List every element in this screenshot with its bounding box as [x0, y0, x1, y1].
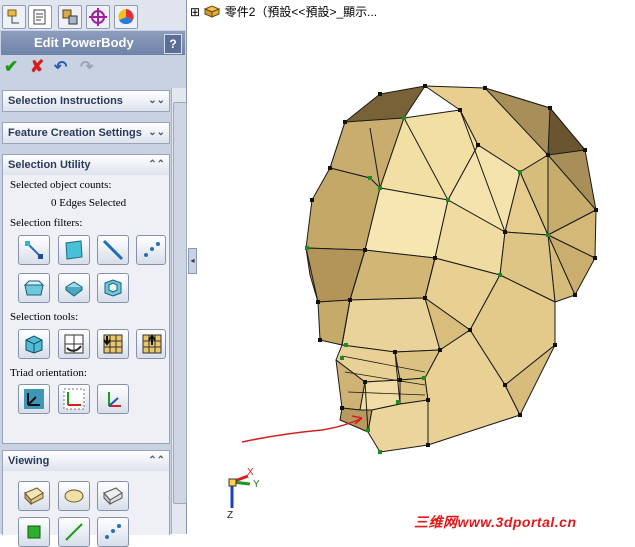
help-button[interactable]: ? — [164, 34, 182, 54]
group-title: Selection Utility — [8, 159, 91, 171]
invert-selection-icon — [64, 334, 84, 354]
grow-selection-button[interactable] — [97, 329, 129, 359]
configuration-icon — [62, 9, 78, 25]
box-shaded-icon — [24, 487, 44, 506]
selection-filters-label: Selection filters: — [10, 217, 83, 229]
triad-global-button[interactable] — [18, 384, 50, 414]
selected-counts-value: 0 Edges Selected — [51, 197, 127, 209]
undo-icon[interactable]: ↶ — [54, 57, 67, 77]
display-manager-tab[interactable] — [114, 5, 138, 29]
triad-local-icon — [63, 388, 85, 410]
view-option-button[interactable] — [97, 517, 129, 547]
triad-orientation-label: Triad orientation: — [10, 367, 87, 379]
grid-arrow-down-icon — [103, 334, 123, 354]
view-option-button[interactable] — [58, 517, 90, 547]
grid-arrow-up-icon — [142, 334, 162, 354]
closed-body-icon — [65, 281, 83, 297]
action-buttons-row: ✔ ✘ ↶ ↷ — [0, 56, 186, 80]
color-wheel-icon — [118, 9, 134, 25]
scrollbar-thumb[interactable] — [173, 102, 187, 504]
vertex-filter-icon — [25, 241, 43, 259]
triad-y-label: Y — [253, 479, 260, 490]
filter-edges-button[interactable] — [97, 235, 129, 265]
shell-icon — [104, 279, 122, 297]
group-title: Selection Instructions — [8, 95, 123, 107]
crosshair-icon — [89, 8, 107, 26]
chevron-up-icon[interactable]: ⌃⌃ — [148, 155, 165, 175]
points-icon — [105, 524, 121, 539]
invert-selection-button[interactable] — [58, 329, 90, 359]
viewing-group: Viewing ⌃⌃ — [2, 450, 170, 547]
select-all-button[interactable] — [18, 329, 50, 359]
group-title: Viewing — [8, 455, 50, 467]
filter-faces-button[interactable] — [58, 235, 90, 265]
triad-view-icon — [108, 392, 121, 407]
view-option-button[interactable] — [18, 517, 50, 547]
view-box-cage-button[interactable] — [18, 481, 50, 511]
triad-global-icon — [24, 389, 44, 409]
tree-expand-toggle[interactable]: ⊞ — [190, 5, 200, 19]
box-wire-icon — [103, 487, 123, 506]
property-sheet-icon — [33, 9, 46, 25]
edge-filter-icon — [102, 239, 124, 261]
title-text: Edit PowerBody — [34, 35, 134, 50]
triad-x-label: X — [247, 467, 254, 478]
shrink-selection-button[interactable] — [136, 329, 166, 359]
orientation-triad — [228, 474, 251, 508]
selected-counts-label: Selected object counts: — [10, 179, 112, 191]
property-manager-title: Edit PowerBody ? — [1, 31, 185, 55]
chevron-down-icon[interactable]: ⌄⌄ — [148, 123, 165, 143]
property-manager-tab[interactable] — [28, 5, 52, 29]
filter-shell-button[interactable] — [97, 273, 129, 303]
filter-body-open-button[interactable] — [18, 273, 50, 303]
view-both-button[interactable] — [97, 481, 129, 511]
group-title: Feature Creation Settings — [8, 127, 142, 139]
graphics-viewport[interactable] — [196, 20, 635, 514]
cube-icon — [25, 335, 43, 354]
dimxpert-tab[interactable] — [86, 5, 110, 29]
filter-vertices-button[interactable] — [18, 235, 50, 265]
points-filter-icon — [144, 242, 160, 257]
property-manager-panel: Edit PowerBody ? ✔ ✘ ↶ ↷ Selection Instr… — [0, 0, 187, 547]
powerbody-head-model[interactable] — [305, 85, 597, 453]
face-filter-icon — [65, 240, 83, 260]
configuration-manager-tab[interactable] — [58, 5, 82, 29]
feature-tree-flyout: ⊞ 零件2（預設<<預設>_顯示... — [190, 3, 377, 21]
diagonal-line-icon — [65, 523, 83, 541]
selection-tools-label: Selection tools: — [10, 311, 79, 323]
panel-scrollbar[interactable] — [171, 88, 187, 534]
chevron-down-icon[interactable]: ⌄⌄ — [148, 91, 165, 111]
redo-icon[interactable]: ↷ — [80, 57, 93, 77]
manager-tab-bar — [0, 0, 186, 30]
feature-manager-tab[interactable] — [2, 5, 26, 29]
filter-points-button[interactable] — [136, 235, 166, 265]
triad-view-button[interactable] — [97, 384, 129, 414]
selection-instructions-group[interactable]: Selection Instructions ⌄⌄ — [2, 90, 170, 112]
green-square-icon — [27, 525, 41, 539]
triad-z-label: Z — [227, 510, 234, 521]
feature-creation-settings-group[interactable]: Feature Creation Settings ⌄⌄ — [2, 122, 170, 144]
chevron-up-icon[interactable]: ⌃⌃ — [148, 451, 165, 471]
filter-body-closed-button[interactable] — [58, 273, 90, 303]
close-icon[interactable]: ✘ — [30, 57, 44, 77]
smooth-ellipse-icon — [64, 489, 84, 503]
check-icon[interactable]: ✔ — [4, 57, 18, 77]
feature-tree-icon — [7, 9, 19, 24]
tree-root-label[interactable]: 零件2（預設<<預設>_顯示... — [225, 5, 377, 19]
view-smooth-button[interactable] — [58, 481, 90, 511]
watermark-text: 三维网www.3dportal.cn — [414, 514, 577, 530]
part-icon — [204, 5, 221, 18]
selection-utility-group: Selection Utility ⌃⌃ Selected object coun… — [2, 154, 170, 444]
triad-local-button[interactable] — [58, 384, 90, 414]
open-body-icon — [23, 280, 45, 296]
